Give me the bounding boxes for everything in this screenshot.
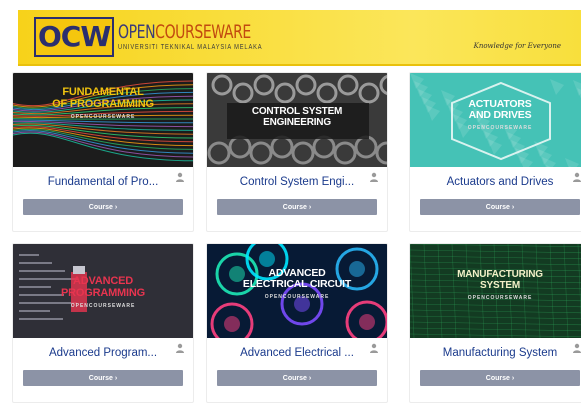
thumbnail-artwork [207, 244, 387, 338]
course-thumbnail[interactable]: FUNDAMENTAL OF PROGRAMMING OPENCOURSEWARE [13, 73, 193, 167]
course-button[interactable]: Course › [420, 370, 580, 386]
thumbnail-title: ADVANCED ELECTRICAL CIRCUIT [242, 267, 352, 291]
course-thumbnail[interactable]: MANUFACTURING SYSTEM OPENCOURSEWARE [410, 244, 581, 338]
course-card[interactable]: ACTUATORS AND DRIVES OPENCOURSEWARE Actuat… [409, 72, 581, 232]
thumbnail-artwork [410, 244, 581, 338]
course-card[interactable]: ADVANCED ELECTRICAL CIRCUIT OPENCOURSEWAR… [206, 243, 388, 403]
logo-text: OPENCOURSEWARE UNIVERSITI TEKNIKAL MALAY… [118, 23, 294, 52]
course-title-link[interactable]: Actuators and Drives [410, 176, 581, 188]
thumbnail-subtitle: OPENCOURSEWARE [70, 114, 136, 120]
course-thumbnail[interactable]: ADVANCED PROGRAMMING OPENCOURSEWARE [13, 244, 193, 338]
course-card[interactable]: FUNDAMENTAL OF PROGRAMMING OPENCOURSEWARE… [12, 72, 194, 232]
thumbnail-title: CONTROL SYSTEM ENGINEERING [251, 106, 343, 128]
logo-mark: OCW [34, 17, 115, 57]
course-title-link[interactable]: Advanced Program... [13, 347, 193, 359]
course-thumbnail[interactable]: CONTROL SYSTEM ENGINEERING [207, 73, 387, 167]
thumbnail-subtitle: OPENCOURSEWARE [467, 295, 533, 301]
thumbnail-title: MANUFACTURING SYSTEM [457, 269, 543, 291]
thumbnail-subtitle: OPENCOURSEWARE [70, 303, 136, 309]
course-card[interactable]: ADVANCED PROGRAMMING OPENCOURSEWARE Advanc… [12, 243, 194, 403]
course-button[interactable]: Course › [420, 199, 580, 215]
course-thumbnail[interactable]: ADVANCED ELECTRICAL CIRCUIT OPENCOURSEWAR… [207, 244, 387, 338]
thumbnail-subtitle: OPENCOURSEWARE [467, 125, 533, 131]
course-button[interactable]: Course › [217, 199, 377, 215]
course-title-link[interactable]: Fundamental of Pro... [13, 176, 193, 188]
logo-wordmark: OPENCOURSEWARE [118, 23, 262, 42]
course-button[interactable]: Course › [23, 370, 183, 386]
site-banner: OCW OPENCOURSEWARE UNIVERSITI TEKNIKAL M… [18, 10, 581, 66]
course-button[interactable]: Course › [217, 370, 377, 386]
course-thumbnail[interactable]: ACTUATORS AND DRIVES OPENCOURSEWARE [410, 73, 581, 167]
course-title-link[interactable]: Control System Engi... [207, 176, 387, 188]
course-card[interactable]: MANUFACTURING SYSTEM OPENCOURSEWARE Manufa… [409, 243, 581, 403]
logo-wordmark-rest: COURSEWARE [155, 21, 252, 43]
thumbnail-title: FUNDAMENTAL OF PROGRAMMING [52, 86, 154, 110]
site-logo[interactable]: OCW OPENCOURSEWARE UNIVERSITI TEKNIKAL M… [34, 17, 294, 57]
course-button[interactable]: Course › [23, 199, 183, 215]
course-title-link[interactable]: Manufacturing System [410, 347, 581, 359]
thumbnail-title: ACTUATORS AND DRIVES [468, 98, 532, 122]
logo-subtitle: UNIVERSITI TEKNIKAL MALAYSIA MELAKA [118, 44, 263, 51]
thumbnail-title: ADVANCED PROGRAMMING [61, 275, 145, 299]
course-card[interactable]: CONTROL SYSTEM ENGINEERING Control System… [206, 72, 388, 232]
logo-wordmark-open: OPEN [118, 21, 156, 43]
thumbnail-subtitle: OPENCOURSEWARE [264, 294, 330, 300]
banner-tagline: Knowledge for Everyone [473, 42, 561, 50]
course-title-link[interactable]: Advanced Electrical ... [207, 347, 387, 359]
